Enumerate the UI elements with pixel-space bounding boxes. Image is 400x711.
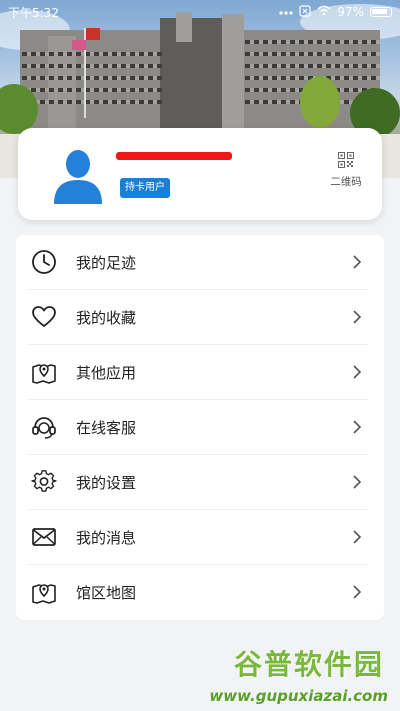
battery-icon <box>370 7 392 17</box>
map-pin-icon <box>31 359 57 385</box>
menu-item-label: 我的消息 <box>76 529 137 547</box>
watermark-logo: 谷普软件园 www.gupuxiazai.com <box>198 643 392 709</box>
chevron-right-icon <box>352 364 362 380</box>
watermark-title: 谷普软件园 <box>233 648 384 681</box>
menu-item-label: 馆区地图 <box>76 584 137 602</box>
wifi-icon <box>317 5 331 19</box>
menu-list: 我的足迹 我的收藏 其他应用 在线客服 我的设置 我的消息 馆区地图 <box>16 235 384 620</box>
no-sim-icon <box>299 4 311 20</box>
map-pin-icon <box>31 579 57 605</box>
menu-item-label: 在线客服 <box>76 419 137 437</box>
menu-item-label: 我的足迹 <box>76 254 137 272</box>
menu-item-label: 我的设置 <box>76 474 137 492</box>
menu-item-other-apps[interactable]: 其他应用 <box>16 345 384 400</box>
profile-card[interactable]: 持卡用户 二维码 <box>18 128 382 220</box>
gear-icon <box>31 469 57 495</box>
battery-percent: 97% <box>337 5 364 19</box>
chevron-right-icon <box>352 254 362 270</box>
role-badge: 持卡用户 <box>120 178 170 198</box>
redacted-username <box>116 152 232 160</box>
user-silhouette-icon <box>54 150 102 204</box>
menu-item-footprints[interactable]: 我的足迹 <box>16 235 384 290</box>
status-bar: 下午5:32 97% <box>0 0 400 24</box>
chevron-right-icon <box>352 529 362 545</box>
headset-icon <box>31 414 57 440</box>
chevron-right-icon <box>352 474 362 490</box>
qr-code-label: 二维码 <box>330 176 362 188</box>
menu-item-settings[interactable]: 我的设置 <box>16 455 384 510</box>
chevron-right-icon <box>352 419 362 435</box>
menu-item-favorites[interactable]: 我的收藏 <box>16 290 384 345</box>
chevron-right-icon <box>352 309 362 325</box>
qr-code-button[interactable]: 二维码 <box>326 152 366 189</box>
envelope-icon <box>31 524 57 550</box>
menu-item-label: 其他应用 <box>76 364 137 382</box>
menu-item-label: 我的收藏 <box>76 309 137 327</box>
menu-item-campus-map[interactable]: 馆区地图 <box>16 565 384 620</box>
clock-icon <box>31 249 57 275</box>
qr-code-icon <box>338 152 354 168</box>
watermark-url: www.gupuxiazai.com <box>209 687 388 705</box>
menu-item-online-service[interactable]: 在线客服 <box>16 400 384 455</box>
avatar[interactable] <box>50 148 106 204</box>
chevron-right-icon <box>352 584 362 600</box>
heart-icon <box>31 304 57 330</box>
status-time: 下午5:32 <box>8 5 59 20</box>
menu-item-messages[interactable]: 我的消息 <box>16 510 384 565</box>
dots-icon <box>279 5 293 19</box>
